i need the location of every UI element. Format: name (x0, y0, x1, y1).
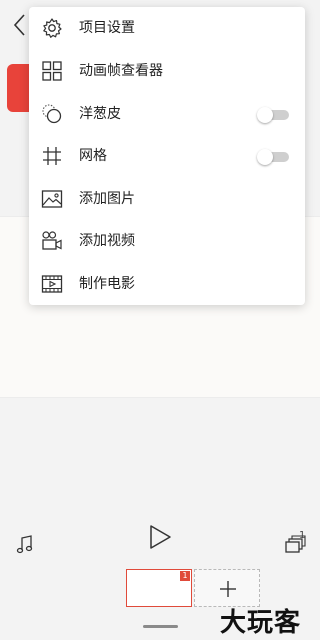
menu-item-grid[interactable]: 网格 (29, 136, 305, 176)
menu-item-label: 项目设置 (79, 20, 135, 36)
menu-item-add-video[interactable]: 添加视频 (29, 221, 305, 261)
toggle-knob (257, 107, 273, 123)
hash-grid-icon (43, 147, 61, 165)
film-icon (41, 275, 63, 293)
menu-item-label: 网格 (79, 148, 107, 164)
watermark-logo: 大玩客 (220, 608, 302, 638)
grid-toggle[interactable] (257, 149, 289, 165)
menu-item-label: 添加视频 (79, 233, 135, 249)
menu-item-onion-skin[interactable]: 洋葱皮 (29, 94, 305, 134)
music-note-icon (16, 535, 33, 554)
music-button[interactable] (14, 534, 36, 556)
gear-icon (43, 18, 62, 38)
layers-count: 1 (299, 530, 306, 541)
frame-number-badge: 1 (180, 571, 190, 581)
back-button[interactable] (10, 12, 30, 38)
play-icon (150, 525, 171, 549)
onion-skin-icon (42, 104, 62, 124)
menu-item-project-settings[interactable]: 项目设置 (29, 8, 305, 48)
toggle-knob (257, 149, 273, 165)
menu-item-label: 制作电影 (79, 276, 135, 292)
frame-thumbnail[interactable]: 1 (126, 569, 192, 607)
play-button[interactable] (147, 524, 173, 550)
chevron-left-icon (13, 14, 25, 36)
options-menu: 项目设置 动画帧查看器 洋葱皮 网格 添加图片 添加视频 制作电影 (29, 7, 305, 305)
menu-item-label: 动画帧查看器 (79, 63, 163, 79)
grid-four-icon (42, 61, 62, 81)
menu-item-label: 添加图片 (79, 191, 135, 207)
menu-item-label: 洋葱皮 (79, 106, 121, 122)
menu-item-add-image[interactable]: 添加图片 (29, 179, 305, 219)
menu-item-frame-viewer[interactable]: 动画帧查看器 (29, 51, 305, 91)
menu-item-make-movie[interactable]: 制作电影 (29, 264, 305, 304)
video-camera-icon (42, 231, 62, 250)
home-indicator[interactable] (143, 625, 178, 628)
image-icon (41, 190, 63, 208)
onion-skin-toggle[interactable] (257, 107, 289, 123)
plus-icon (220, 581, 236, 597)
